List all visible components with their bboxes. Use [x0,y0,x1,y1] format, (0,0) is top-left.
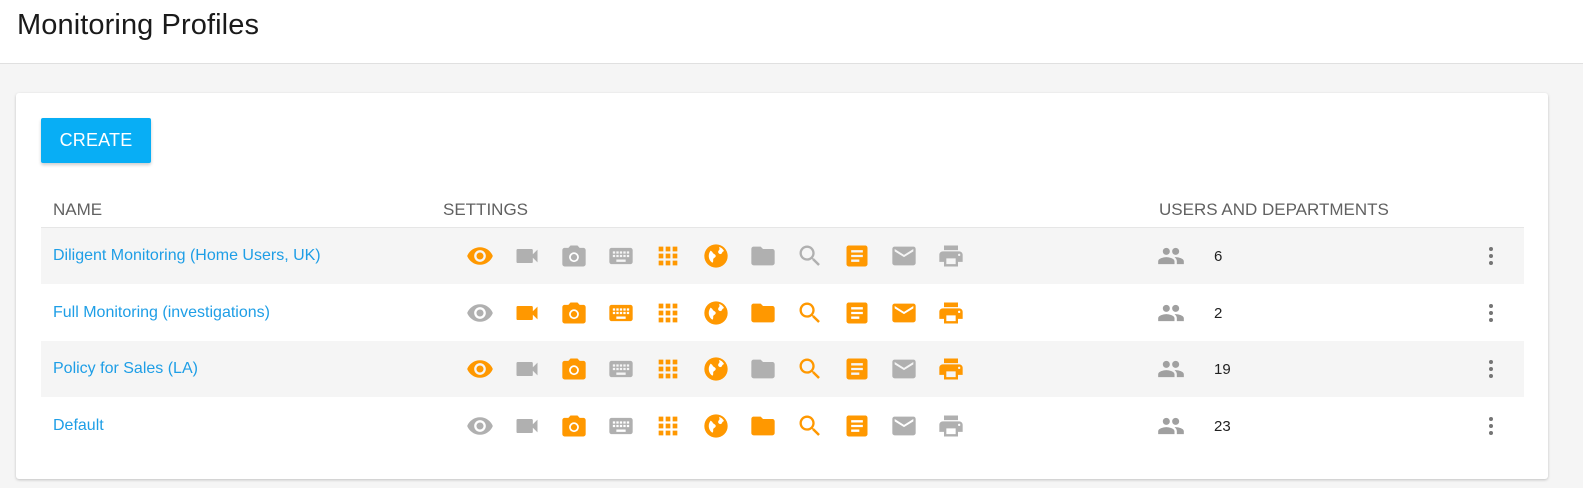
users-count: 2 [1214,305,1223,322]
eye-icon[interactable] [466,355,494,383]
table-row[interactable]: Policy for Sales (LA) 19 [41,341,1524,397]
document-icon[interactable] [843,412,871,440]
create-button[interactable]: CREATE [41,118,151,163]
search-icon[interactable] [796,412,824,440]
photo-camera-icon[interactable] [560,412,588,440]
video-camera-icon[interactable] [513,355,541,383]
printer-icon[interactable] [937,299,965,327]
photo-camera-icon[interactable] [560,299,588,327]
column-header-name: NAME [53,200,103,219]
profile-name-link[interactable]: Default [53,417,104,435]
keyboard-icon[interactable] [607,242,635,270]
apps-grid-icon[interactable] [654,355,682,383]
keyboard-icon[interactable] [607,412,635,440]
apps-grid-icon[interactable] [654,242,682,270]
document-icon[interactable] [843,242,871,270]
globe-icon[interactable] [702,355,730,383]
globe-icon[interactable] [702,299,730,327]
document-icon[interactable] [843,299,871,327]
people-icon [1156,299,1186,327]
printer-icon[interactable] [937,242,965,270]
search-icon[interactable] [796,355,824,383]
eye-icon[interactable] [466,299,494,327]
more-vert-icon[interactable] [1479,355,1503,383]
video-camera-icon[interactable] [513,242,541,270]
top-bar: Monitoring Profiles [0,0,1583,64]
profile-name-link[interactable]: Diligent Monitoring (Home Users, UK) [53,247,321,265]
more-vert-icon[interactable] [1479,412,1503,440]
people-icon [1156,412,1186,440]
folder-icon[interactable] [749,299,777,327]
search-icon[interactable] [796,299,824,327]
mail-icon[interactable] [890,299,918,327]
column-header-users: USERS AND DEPARTMENTS [1159,200,1389,219]
apps-grid-icon[interactable] [654,412,682,440]
people-icon [1156,355,1186,383]
mail-icon[interactable] [890,412,918,440]
more-vert-icon[interactable] [1479,299,1503,327]
printer-icon[interactable] [937,355,965,383]
users-count: 6 [1214,248,1223,265]
profile-name-link[interactable]: Policy for Sales (LA) [53,360,198,378]
photo-camera-icon[interactable] [560,242,588,270]
folder-icon[interactable] [749,355,777,383]
mail-icon[interactable] [890,355,918,383]
video-camera-icon[interactable] [513,412,541,440]
printer-icon[interactable] [937,412,965,440]
mail-icon[interactable] [890,242,918,270]
eye-icon[interactable] [466,412,494,440]
column-header-settings: SETTINGS [443,200,529,219]
eye-icon[interactable] [466,242,494,270]
photo-camera-icon[interactable] [560,355,588,383]
apps-grid-icon[interactable] [654,299,682,327]
globe-icon[interactable] [702,242,730,270]
people-icon [1156,242,1186,270]
users-count: 19 [1214,361,1231,378]
table-row[interactable]: Default 23 [41,398,1524,454]
folder-icon[interactable] [749,412,777,440]
profiles-card: CREATE NAME SETTINGS USERS AND DEPARTMEN… [16,93,1548,479]
document-icon[interactable] [843,355,871,383]
table-row[interactable]: Full Monitoring (investigations) 2 [41,285,1524,341]
video-camera-icon[interactable] [513,299,541,327]
profile-name-link[interactable]: Full Monitoring (investigations) [53,304,270,322]
keyboard-icon[interactable] [607,299,635,327]
folder-icon[interactable] [749,242,777,270]
keyboard-icon[interactable] [607,355,635,383]
users-count: 23 [1214,418,1231,435]
search-icon[interactable] [796,242,824,270]
page-title: Monitoring Profiles [17,9,260,41]
more-vert-icon[interactable] [1479,242,1503,270]
globe-icon[interactable] [702,412,730,440]
table-row[interactable]: Diligent Monitoring (Home Users, UK) 6 [41,228,1524,284]
